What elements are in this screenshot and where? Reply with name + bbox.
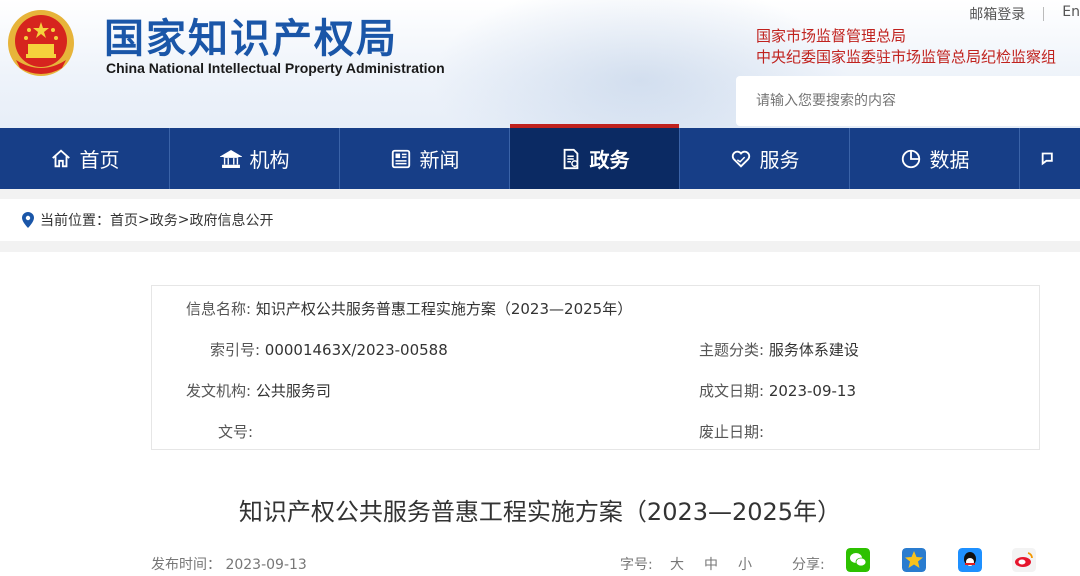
document-title: 知识产权公共服务普惠工程实施方案（2023—2025年） (238, 498, 842, 526)
nav-item-service[interactable]: 服务 (680, 128, 850, 189)
qq-icon[interactable] (958, 548, 982, 572)
info-label: 主题分类: (699, 341, 765, 359)
main-nav: 首页 机构 新闻 政务 服务 数据 (0, 124, 1080, 189)
font-size-label: 字号: (620, 557, 653, 573)
info-row-topic: 主题分类: 服务体系建设 (699, 339, 859, 360)
publish-label: 发布时间： (151, 557, 221, 573)
content-area: 信息名称: 知识产权公共服务普惠工程实施方案（2023—2025年） 索引号: … (0, 252, 1080, 576)
search-input[interactable] (736, 76, 1080, 126)
font-small-button[interactable]: 小 (738, 554, 752, 574)
site-header: 国家知识产权局 China National Intellectual Prop… (0, 0, 1080, 128)
font-medium-button[interactable]: 中 (704, 554, 718, 574)
nav-item-home[interactable]: 首页 (0, 128, 170, 189)
info-label: 信息名称: (186, 300, 252, 318)
breadcrumb-sep: > (177, 212, 190, 228)
info-value: 服务体系建设 (768, 341, 859, 359)
info-value: 2023-09-13 (768, 382, 857, 400)
info-row-org: 发文机构: 公共服务司 (186, 380, 331, 401)
info-row-docno: 文号: (218, 421, 253, 442)
font-large-button[interactable]: 大 (670, 554, 684, 574)
location-pin-icon (22, 212, 34, 228)
nav-label: 数据 (929, 148, 970, 172)
info-row-date: 成文日期: 2023-09-13 (699, 380, 856, 401)
nav-item-more[interactable] (1020, 128, 1080, 189)
breadcrumb-current[interactable]: 政府信息公开 (189, 210, 273, 230)
nav-item-affairs[interactable]: 政务 (510, 124, 680, 189)
samr-link[interactable]: 国家市场监督管理总局 (756, 26, 1056, 47)
discipline-link[interactable]: 中央纪委国家监委驻市场监管总局纪检监察组 (756, 47, 1056, 68)
nav-item-data[interactable]: 数据 (850, 128, 1020, 189)
info-row-name: 信息名称: 知识产权公共服务普惠工程实施方案（2023—2025年） (186, 298, 632, 319)
national-emblem-icon[interactable] (6, 8, 76, 78)
info-row-expire: 废止日期: (699, 421, 764, 442)
qzone-star-icon[interactable] (902, 548, 926, 572)
pie-chart-icon (901, 149, 920, 168)
nav-label: 新闻 (419, 148, 460, 172)
nav-label: 政务 (589, 148, 630, 172)
top-links: 邮箱登录 En (969, 4, 1080, 24)
share-label: 分享: (792, 557, 825, 573)
building-icon (219, 149, 242, 168)
heart-hand-icon (731, 150, 750, 168)
info-label: 成文日期: (699, 382, 765, 400)
publish-time: 发布时间： 2023-09-13 (151, 554, 307, 574)
info-label: 文号: (218, 423, 254, 441)
breadcrumb-home[interactable]: 首页 (110, 210, 138, 230)
divider (1043, 7, 1045, 21)
nav-item-institution[interactable]: 机构 (170, 128, 340, 189)
english-link[interactable]: En (1062, 4, 1080, 24)
interaction-icon (1041, 152, 1053, 165)
nav-label: 机构 (249, 148, 290, 172)
site-title[interactable]: 国家知识产权局 (104, 6, 398, 64)
info-value: 公共服务司 (255, 382, 331, 400)
breadcrumb: 当前位置： 首页 > 政务 > 政府信息公开 (0, 199, 1080, 241)
info-label: 索引号: (209, 341, 260, 359)
breadcrumb-prefix: 当前位置： (40, 213, 110, 229)
info-label: 废止日期: (699, 423, 765, 441)
info-value: 知识产权公共服务普惠工程实施方案（2023—2025年） (255, 300, 633, 318)
site-subtitle: China National Intellectual Property Adm… (106, 60, 445, 76)
home-icon (51, 149, 70, 167)
document-icon (563, 148, 578, 169)
org-links: 国家市场监督管理总局 中央纪委国家监委驻市场监管总局纪检监察组 (756, 26, 1056, 68)
info-table: 信息名称: 知识产权公共服务普惠工程实施方案（2023—2025年） 索引号: … (151, 285, 1040, 450)
weibo-icon[interactable] (1012, 548, 1036, 572)
email-login-link[interactable]: 邮箱登录 (969, 4, 1025, 24)
breadcrumb-sep: > (138, 212, 150, 228)
nav-item-news[interactable]: 新闻 (340, 128, 510, 189)
info-row-index: 索引号: 00001463X/2023-00588 (202, 339, 448, 360)
publish-value: 2023-09-13 (225, 557, 307, 573)
newspaper-icon (391, 149, 410, 168)
nav-label: 服务 (759, 148, 800, 172)
wechat-icon[interactable] (846, 548, 870, 572)
info-label: 发文机构: (186, 382, 252, 400)
nav-label: 首页 (79, 148, 120, 172)
info-value: 00001463X/2023-00588 (264, 341, 448, 359)
breadcrumb-affairs[interactable]: 政务 (150, 210, 178, 230)
